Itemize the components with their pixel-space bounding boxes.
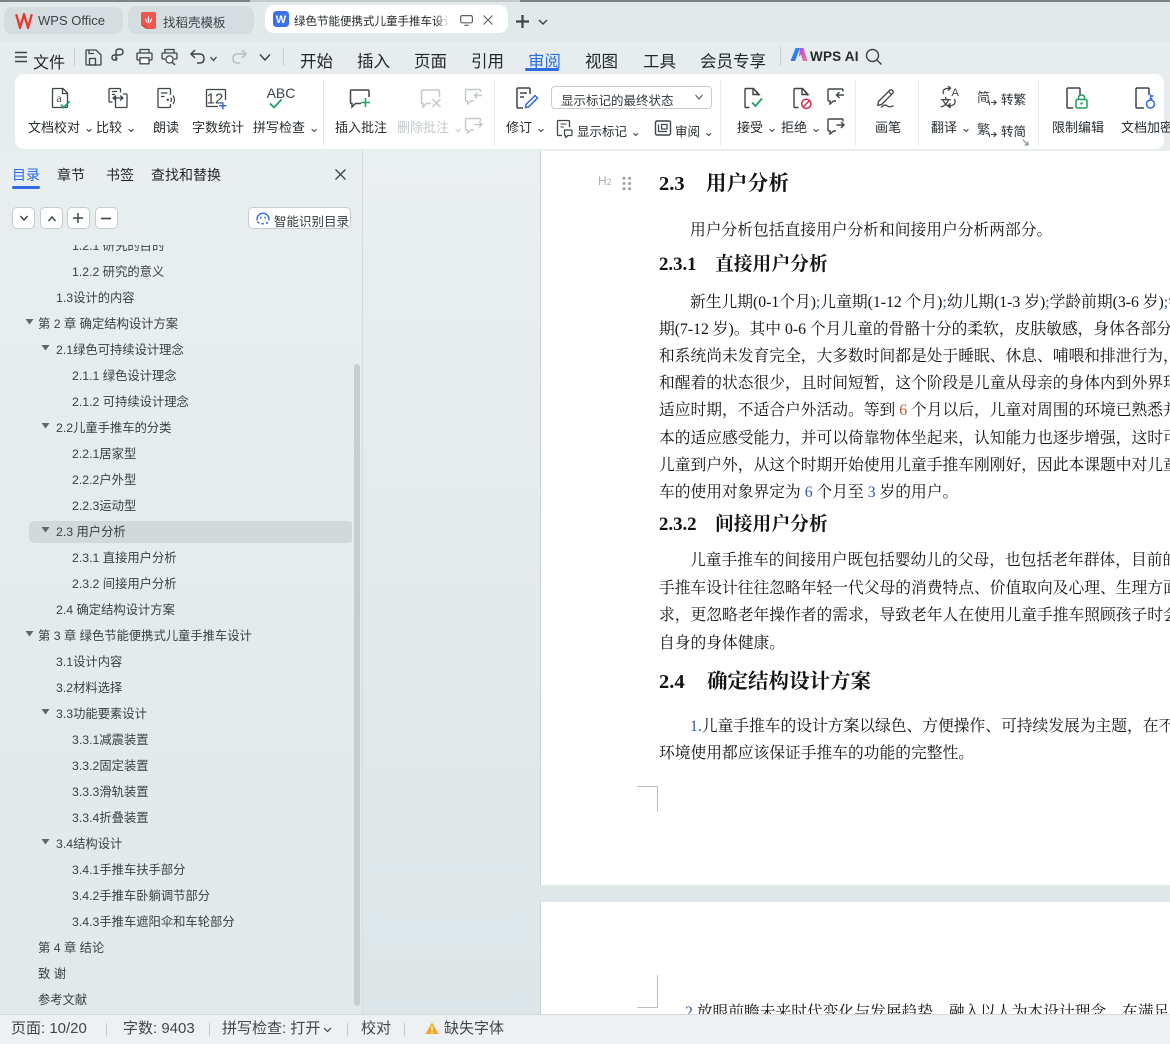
- svg-text:ABC: ABC: [267, 86, 296, 101]
- svg-text:A: A: [952, 87, 960, 99]
- svg-text:W: W: [276, 14, 287, 26]
- svg-text:文: 文: [940, 96, 952, 109]
- svg-text:12: 12: [207, 91, 224, 108]
- svg-text:a: a: [56, 91, 62, 105]
